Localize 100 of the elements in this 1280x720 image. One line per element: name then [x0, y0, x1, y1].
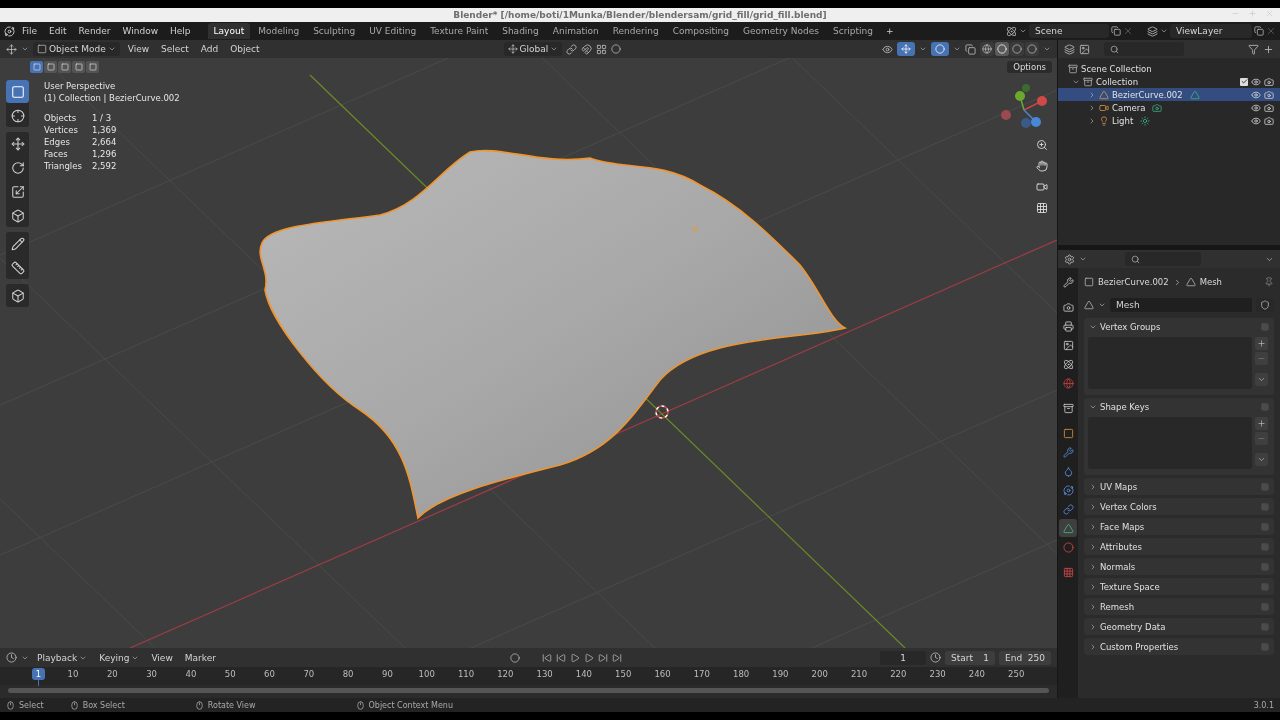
gizmo-toggle[interactable] — [897, 42, 915, 56]
workspace-tab[interactable]: Shading — [496, 23, 545, 39]
disclosure-icon[interactable] — [1089, 622, 1097, 631]
eye-icon[interactable] — [1251, 89, 1261, 100]
menu-item[interactable]: File — [17, 26, 43, 36]
panel-title[interactable]: Custom Properties — [1100, 641, 1258, 652]
outliner-item[interactable]: Collection — [1096, 76, 1139, 87]
menu-button[interactable] — [1255, 373, 1268, 386]
outliner-row[interactable]: Camera — [1058, 101, 1280, 114]
remove-button[interactable] — [1255, 352, 1268, 365]
outliner-item[interactable]: Camera — [1112, 102, 1146, 113]
magnet-icon[interactable] — [581, 43, 593, 55]
axes-icon[interactable] — [6, 43, 17, 55]
add-workspace-button[interactable]: + — [881, 26, 899, 36]
reverse-play-icon[interactable] — [569, 652, 580, 663]
search-field[interactable] — [1125, 252, 1201, 266]
eye-icon[interactable] — [1251, 115, 1261, 126]
breadcrumb-item[interactable]: BezierCurve.002 — [1098, 277, 1169, 287]
navigation-gizmo[interactable] — [1001, 84, 1047, 128]
workspace-tab[interactable]: Animation — [546, 23, 605, 39]
panel-title[interactable]: Texture Space — [1100, 581, 1258, 592]
panel-title[interactable]: Attributes — [1100, 541, 1258, 552]
menu-item[interactable]: Render — [73, 26, 116, 36]
workspace-tab[interactable]: UV Editing — [363, 23, 423, 39]
data-block-field[interactable]: Mesh — [1110, 298, 1252, 312]
menu-item[interactable]: Help — [165, 26, 196, 36]
stopwatch-icon[interactable] — [930, 652, 941, 663]
filter-icon[interactable] — [1248, 43, 1259, 55]
select-mode-button[interactable] — [72, 61, 85, 73]
select-mode-button[interactable] — [58, 61, 71, 73]
menu-item[interactable]: View — [147, 650, 177, 665]
triangle-icon[interactable] — [1084, 300, 1094, 310]
breadcrumb-item[interactable]: Mesh — [1199, 277, 1222, 287]
previous-key-icon[interactable] — [555, 652, 566, 663]
menu-item[interactable]: Edit — [44, 26, 72, 36]
menu-item[interactable]: Keying — [95, 650, 144, 665]
add-button[interactable] — [1255, 417, 1268, 430]
record-icon[interactable] — [509, 652, 520, 663]
menu-item[interactable]: Window — [117, 26, 164, 36]
copy-icon[interactable] — [1111, 26, 1121, 36]
menu-button[interactable] — [1255, 453, 1268, 466]
mode-dropdown[interactable]: Object Mode — [33, 42, 120, 56]
copy-icon[interactable] — [1254, 26, 1264, 36]
display-mode-icon[interactable] — [1079, 43, 1090, 55]
tool-button[interactable] — [6, 284, 29, 307]
menu-item[interactable]: Select — [157, 42, 193, 56]
menu-item[interactable]: Playback — [33, 650, 92, 665]
caret-icon[interactable] — [1160, 27, 1168, 35]
disclosure-icon[interactable] — [1089, 602, 1097, 611]
frame-field[interactable]: 1 — [880, 650, 926, 665]
caret-icon[interactable] — [919, 45, 927, 53]
disclosure-icon[interactable] — [1089, 482, 1097, 491]
properties-tab[interactable] — [1059, 519, 1077, 537]
outliner-item[interactable]: Light — [1112, 115, 1134, 126]
menu-item[interactable]: View — [123, 42, 154, 56]
jump-start-icon[interactable] — [541, 652, 552, 663]
caret-icon[interactable] — [1019, 27, 1027, 35]
panel-title[interactable]: Face Maps — [1100, 521, 1258, 532]
play-icon[interactable] — [583, 652, 594, 663]
outliner-row[interactable]: Light — [1058, 114, 1280, 127]
disclosure-icon[interactable] — [1089, 642, 1097, 651]
caret-icon[interactable] — [1098, 301, 1106, 309]
outliner-item[interactable]: Scene Collection — [1081, 63, 1152, 74]
workspace-tab[interactable]: Sculpting — [307, 23, 362, 39]
workspace-tab[interactable]: Texture Paint — [424, 23, 495, 39]
close-icon[interactable] — [1266, 26, 1276, 36]
close-icon[interactable] — [1123, 26, 1133, 36]
camera-icon[interactable] — [1264, 115, 1274, 126]
workspace-tab[interactable]: Layout — [207, 23, 251, 39]
menu-item[interactable]: Add — [196, 42, 223, 56]
disclosure-icon[interactable] — [1089, 502, 1097, 511]
panel-title[interactable]: Remesh — [1100, 601, 1258, 612]
panel-title[interactable]: Vertex Colors — [1100, 501, 1258, 512]
search-field[interactable] — [1104, 42, 1184, 56]
camera-icon[interactable] — [1264, 76, 1274, 87]
panel-title[interactable]: Vertex Groups — [1100, 321, 1258, 332]
checkbox[interactable] — [1240, 77, 1248, 86]
panel-title[interactable]: UV Maps — [1100, 481, 1258, 492]
workspace-tab[interactable]: Rendering — [606, 23, 665, 39]
panel-title[interactable]: Shape Keys — [1100, 401, 1258, 412]
new-collection-icon[interactable] — [1263, 43, 1274, 55]
select-mode-button[interactable] — [86, 61, 99, 73]
menu-item[interactable]: Marker — [180, 650, 220, 665]
start-frame-field[interactable]: Start 1 — [945, 650, 995, 665]
3d-viewport[interactable]: User Perspective (1) Collection | BezierCurve.002 Objects 1 / 3 Vertices 1,369 Edges 2,664 Faces 1,296 Triangles 2,592 Options — [0, 58, 1057, 648]
link-icon[interactable] — [566, 43, 578, 55]
list-icon[interactable] — [1064, 43, 1075, 55]
circle-icon[interactable] — [611, 44, 622, 54]
caret-icon[interactable] — [1079, 255, 1087, 263]
menu-item[interactable]: Object — [226, 42, 264, 56]
grid-icon[interactable] — [596, 43, 608, 55]
remove-button[interactable] — [1255, 432, 1268, 445]
eye-icon[interactable] — [882, 43, 893, 55]
caret-icon[interactable] — [1043, 45, 1051, 53]
x-ray-icon[interactable] — [965, 43, 976, 55]
workspace-tab[interactable]: Compositing — [666, 23, 736, 39]
panel-title[interactable]: Geometry Data — [1100, 621, 1258, 632]
clock-icon[interactable] — [6, 652, 17, 663]
view-layer-field[interactable]: ViewLayer — [1170, 24, 1252, 38]
editor-type-icon[interactable] — [1064, 253, 1075, 265]
